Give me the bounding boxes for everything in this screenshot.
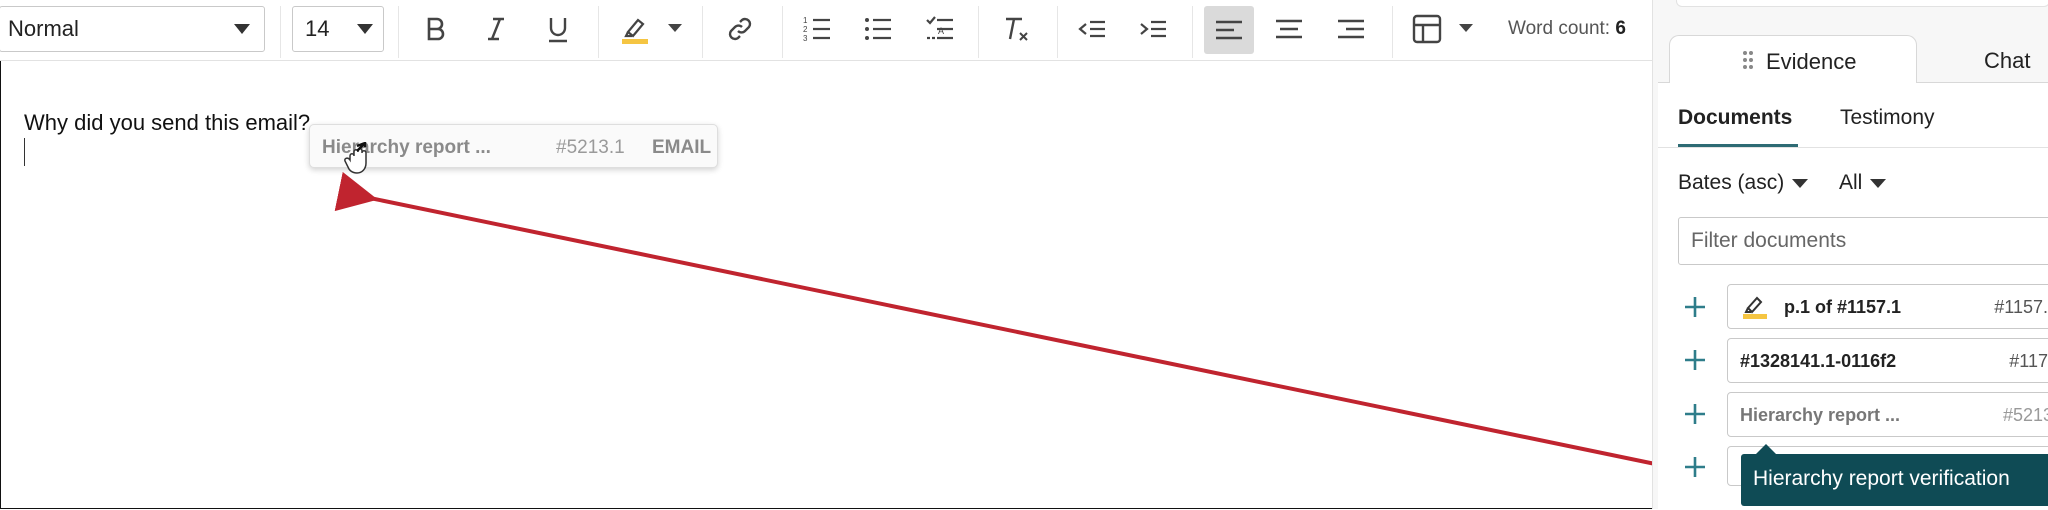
table-button[interactable] — [1404, 6, 1450, 52]
sort-label: Bates (asc) — [1678, 171, 1785, 194]
toolbar-divider — [280, 6, 281, 58]
align-center-button[interactable] — [1266, 6, 1312, 52]
highlight-color-chevron-icon[interactable] — [668, 24, 682, 32]
word-count-label: Word count: — [1508, 18, 1611, 39]
drag-preview-number: #5213.1 — [556, 137, 625, 158]
svg-text:3: 3 — [803, 34, 808, 43]
subtab-divider — [1658, 147, 2048, 148]
outdent-button[interactable] — [1069, 6, 1115, 52]
font-size-select[interactable]: 14 — [292, 6, 384, 52]
document-title: #1328141.1-0116f2 — [1740, 351, 1897, 371]
document-chip[interactable]: Hierarchy report ... #5213. — [1727, 392, 2048, 437]
word-count-value: 6 — [1615, 18, 1626, 39]
document-title: p.1 of #1157.1 — [1784, 297, 1902, 317]
block-style-select[interactable]: Normal — [0, 6, 265, 52]
outdent-icon — [1078, 20, 1105, 38]
highlight-button[interactable] — [612, 6, 658, 52]
tab-evidence[interactable]: Evidence — [1669, 35, 1917, 83]
toolbar-divider — [1192, 6, 1193, 58]
align-right-icon — [1338, 19, 1364, 39]
word-count: Word count: 6 — [1508, 18, 1626, 40]
indent-icon — [1140, 20, 1166, 38]
link-icon — [728, 17, 752, 41]
add-document-icon[interactable] — [1684, 349, 1706, 371]
toolbar-divider — [1392, 6, 1393, 58]
svg-text:1: 1 — [803, 16, 808, 25]
underline-icon — [549, 18, 567, 43]
editor-toolbar: Normal 14 123 A Word count: 6 — [0, 0, 1652, 61]
add-document-icon[interactable] — [1684, 456, 1706, 478]
table-icon — [1412, 14, 1442, 44]
chevron-down-icon — [1792, 178, 1809, 188]
subtab-testimony[interactable]: Testimony — [1840, 106, 1935, 130]
align-left-icon — [1216, 20, 1242, 40]
indent-button[interactable] — [1130, 6, 1176, 52]
table-chevron-icon[interactable] — [1459, 24, 1473, 32]
chevron-down-icon — [234, 24, 250, 34]
toolbar-divider — [398, 6, 399, 58]
toolbar-divider — [1057, 6, 1058, 58]
align-left-button[interactable] — [1204, 6, 1254, 54]
grab-cursor-icon — [344, 142, 367, 174]
bullet-list-button[interactable] — [855, 6, 901, 52]
filter-type-label: All — [1839, 171, 1863, 194]
italic-icon — [488, 17, 504, 41]
tab-evidence-label: Evidence — [1766, 49, 1857, 74]
bold-button[interactable] — [412, 6, 458, 52]
toolbar-divider — [598, 6, 599, 58]
filter-type-dropdown[interactable]: All — [1839, 171, 1887, 195]
panel-top-strip — [1676, 0, 2048, 7]
filter-documents-input[interactable] — [1678, 217, 2048, 265]
checklist-icon: A — [926, 16, 953, 40]
document-tooltip: Hierarchy report verification — [1741, 454, 2048, 506]
ordered-list-icon: 123 — [803, 16, 830, 43]
document-number: #1175 — [2009, 351, 2048, 371]
ordered-list-button[interactable]: 123 — [794, 6, 840, 52]
chevron-down-icon — [357, 24, 373, 34]
link-button[interactable] — [717, 6, 763, 52]
document-chip[interactable]: p.1 of #1157.1 #1157.1 — [1727, 284, 2048, 329]
drag-preview-kind: EMAIL — [652, 137, 712, 158]
toolbar-divider — [782, 6, 783, 58]
document-chip[interactable]: #1328141.1-0116f2 #1175 — [1727, 338, 2048, 383]
clear-formatting-button[interactable] — [993, 6, 1039, 52]
italic-button[interactable] — [473, 6, 519, 52]
toolbar-divider — [702, 6, 703, 58]
drag-handle-icon[interactable] — [1742, 50, 1754, 70]
tooltip-tail — [1756, 444, 1776, 454]
document-number: #1157.1 — [1994, 297, 2048, 317]
bullet-list-icon — [865, 18, 891, 40]
editor-paragraph[interactable]: Why did you send this email? — [24, 110, 310, 136]
document-number: #5213. — [2002, 405, 2048, 425]
sort-dropdown[interactable]: Bates (asc) — [1678, 171, 1809, 195]
align-center-icon — [1276, 19, 1302, 39]
document-title: Hierarchy report ... — [1740, 405, 1901, 425]
highlighter-icon — [1743, 296, 1767, 319]
svg-text:2: 2 — [803, 25, 808, 34]
chevron-down-icon — [1870, 178, 1887, 188]
svg-text:A: A — [938, 26, 944, 36]
text-cursor — [24, 138, 25, 166]
add-document-icon[interactable] — [1684, 403, 1706, 425]
checklist-button[interactable]: A — [917, 6, 963, 52]
block-style-value: Normal — [8, 16, 79, 41]
add-document-icon[interactable] — [1684, 296, 1706, 318]
tab-chat[interactable]: Chat — [1984, 48, 2030, 74]
underline-button[interactable] — [535, 6, 581, 52]
toolbar-divider — [978, 6, 979, 58]
font-size-value: 14 — [305, 16, 330, 41]
highlighter-icon — [622, 18, 648, 44]
clear-formatting-icon — [1006, 17, 1028, 41]
bold-icon — [427, 17, 445, 41]
align-right-button[interactable] — [1328, 6, 1374, 52]
subtab-documents[interactable]: Documents — [1678, 106, 1792, 130]
